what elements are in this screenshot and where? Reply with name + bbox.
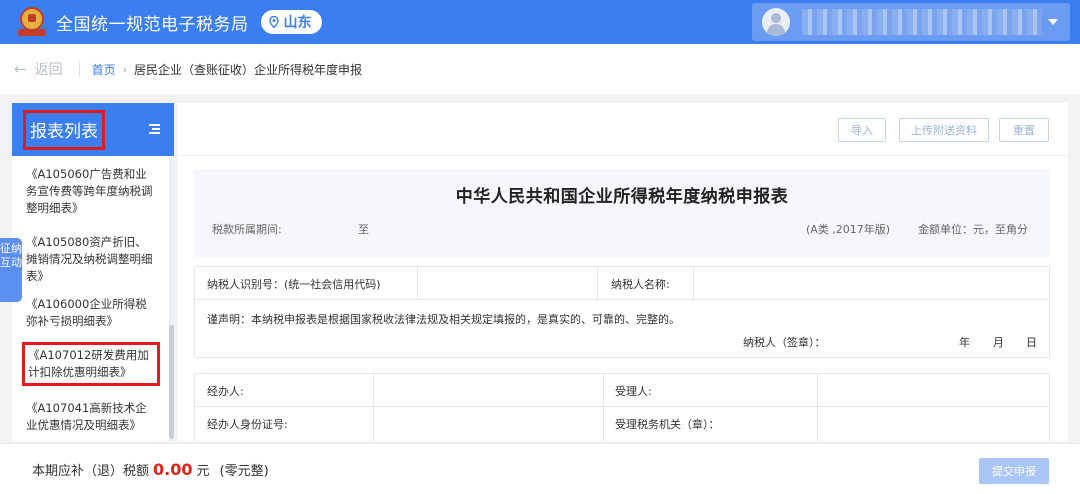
upload-attachments-button[interactable]: 上传附送资料 — [899, 118, 989, 142]
agent-id-field[interactable] — [374, 407, 603, 441]
tax-period-label: 税款所属期间: — [212, 223, 282, 236]
date-year: 年 — [959, 336, 970, 349]
reset-button[interactable]: 重置 — [999, 118, 1049, 142]
chevron-down-icon — [1048, 19, 1058, 25]
sidebar-title-text: 报表列表 — [30, 122, 98, 142]
date-month: 月 — [993, 336, 1004, 349]
taxpayer-name-label: 纳税人名称: — [611, 278, 670, 291]
import-button[interactable]: 导入 — [838, 118, 886, 142]
sidebar-header: 报表列表 — [12, 103, 174, 156]
report-list-sidebar: 报表列表 《A105060广告费和业务宣传费等跨年度纳税调整明细表》 《A105… — [12, 103, 174, 441]
taxpayer-info-table: 纳税人识别号：(统一社会信用代码) 纳税人名称: 谨声明：本纳税申报表是根据国家… — [194, 266, 1050, 358]
region-selector[interactable]: 山东 — [260, 10, 322, 34]
back-button[interactable]: ← 返回 — [14, 59, 63, 79]
divider — [78, 61, 80, 77]
user-name-redacted — [802, 9, 1042, 35]
top-header: 全国统一规范电子税务局 山东 — [0, 0, 1080, 44]
receiver-label: 受理人: — [615, 385, 652, 398]
currency-unit: 金额单位：元，至角分 — [918, 223, 1028, 236]
report-item-a107012[interactable]: 《A107012研发费用加计扣除优惠明细表》 — [22, 342, 160, 386]
region-label: 山东 — [283, 15, 312, 31]
report-item-a105060[interactable]: 《A105060广告费和业务宣传费等跨年度纳税调整明细表》 — [26, 166, 156, 217]
taxpayer-id-label: 纳税人识别号：(统一社会信用代码) — [207, 278, 381, 291]
taxpayer-name-field[interactable] — [694, 267, 1049, 299]
form-header: 中华人民共和国企业所得税年度纳税申报表 税款所属期间: 至 (A类 ,2017年… — [194, 169, 1050, 257]
form-version: (A类 ,2017年版) — [806, 223, 891, 236]
sidebar-title: 报表列表 — [23, 109, 105, 150]
report-list: 《A105060广告费和业务宣传费等跨年度纳税调整明细表》 《A105080资产… — [12, 156, 174, 441]
avatar — [762, 8, 790, 36]
site-title: 全国统一规范电子税务局 — [56, 14, 249, 35]
report-item-a107041[interactable]: 《A107041高新技术企业优惠情况及明细表》 — [26, 400, 156, 434]
breadcrumb-current: 居民企业（查账征收）企业所得税年度申报 — [134, 62, 363, 77]
date-day: 日 — [1026, 336, 1037, 349]
report-item-a106000[interactable]: 《A106000企业所得税弥补亏损明细表》 — [26, 296, 156, 330]
interaction-float-tab[interactable]: 征纳互动 — [0, 238, 22, 302]
form-toolbar: 导入 上传附送资料 重置 — [178, 103, 1068, 156]
scrollbar-thumb[interactable] — [169, 325, 174, 439]
agent-field[interactable] — [374, 374, 603, 406]
tax-due-amount: 0.00 — [153, 459, 193, 479]
submit-declaration-button[interactable]: 提交申报 — [979, 458, 1049, 484]
bottom-summary-bar: 本期应补（退）税额 0.00 元 (零元整) 提交申报 — [0, 443, 1080, 494]
agent-id-label: 经办人身份证号: — [207, 418, 288, 431]
tax-due-unit: 元 — [196, 463, 210, 479]
tax-office-label: 受理税务机关（章）： — [615, 418, 720, 431]
declaration-text: 谨声明：本纳税申报表是根据国家税收法律法规及相关规定填报的，是真实的、可靠的、完… — [207, 313, 680, 326]
breadcrumb-separator-icon: › — [122, 62, 127, 76]
agent-label: 经办人: — [207, 385, 244, 398]
back-label: 返回 — [34, 62, 63, 78]
user-menu[interactable] — [752, 3, 1070, 41]
tax-due-label: 本期应补（退）税额 — [32, 463, 150, 479]
taxpayer-id-field[interactable] — [418, 267, 597, 299]
receiver-field[interactable] — [818, 374, 1049, 406]
report-item-a105080[interactable]: 《A105080资产折旧、摊销情况及纳税调整明细表》 — [26, 234, 156, 285]
tax-emblem-logo — [18, 7, 46, 37]
breadcrumb-home-link[interactable]: 首页 — [92, 61, 116, 78]
arrow-left-icon: ← — [14, 60, 27, 78]
main-panel: 导入 上传附送资料 重置 中华人民共和国企业所得税年度纳税申报表 税款所属期间:… — [178, 103, 1068, 441]
agent-info-table: 经办人: 受理人: 经办人身份证号: 受理税务机关（章）： — [194, 373, 1050, 441]
location-pin-icon — [268, 16, 279, 28]
signature-label: 纳税人（签章）： — [743, 336, 826, 349]
tax-period-to: 至 — [358, 223, 369, 236]
tax-due-words: (零元整) — [219, 463, 269, 479]
collapse-menu-icon[interactable] — [149, 124, 160, 134]
tax-office-field[interactable] — [818, 407, 1049, 441]
form-title: 中华人民共和国企业所得税年度纳税申报表 — [455, 187, 789, 207]
breadcrumb-bar: ← 返回 首页 › 居民企业（查账征收）企业所得税年度申报 — [0, 44, 1080, 94]
